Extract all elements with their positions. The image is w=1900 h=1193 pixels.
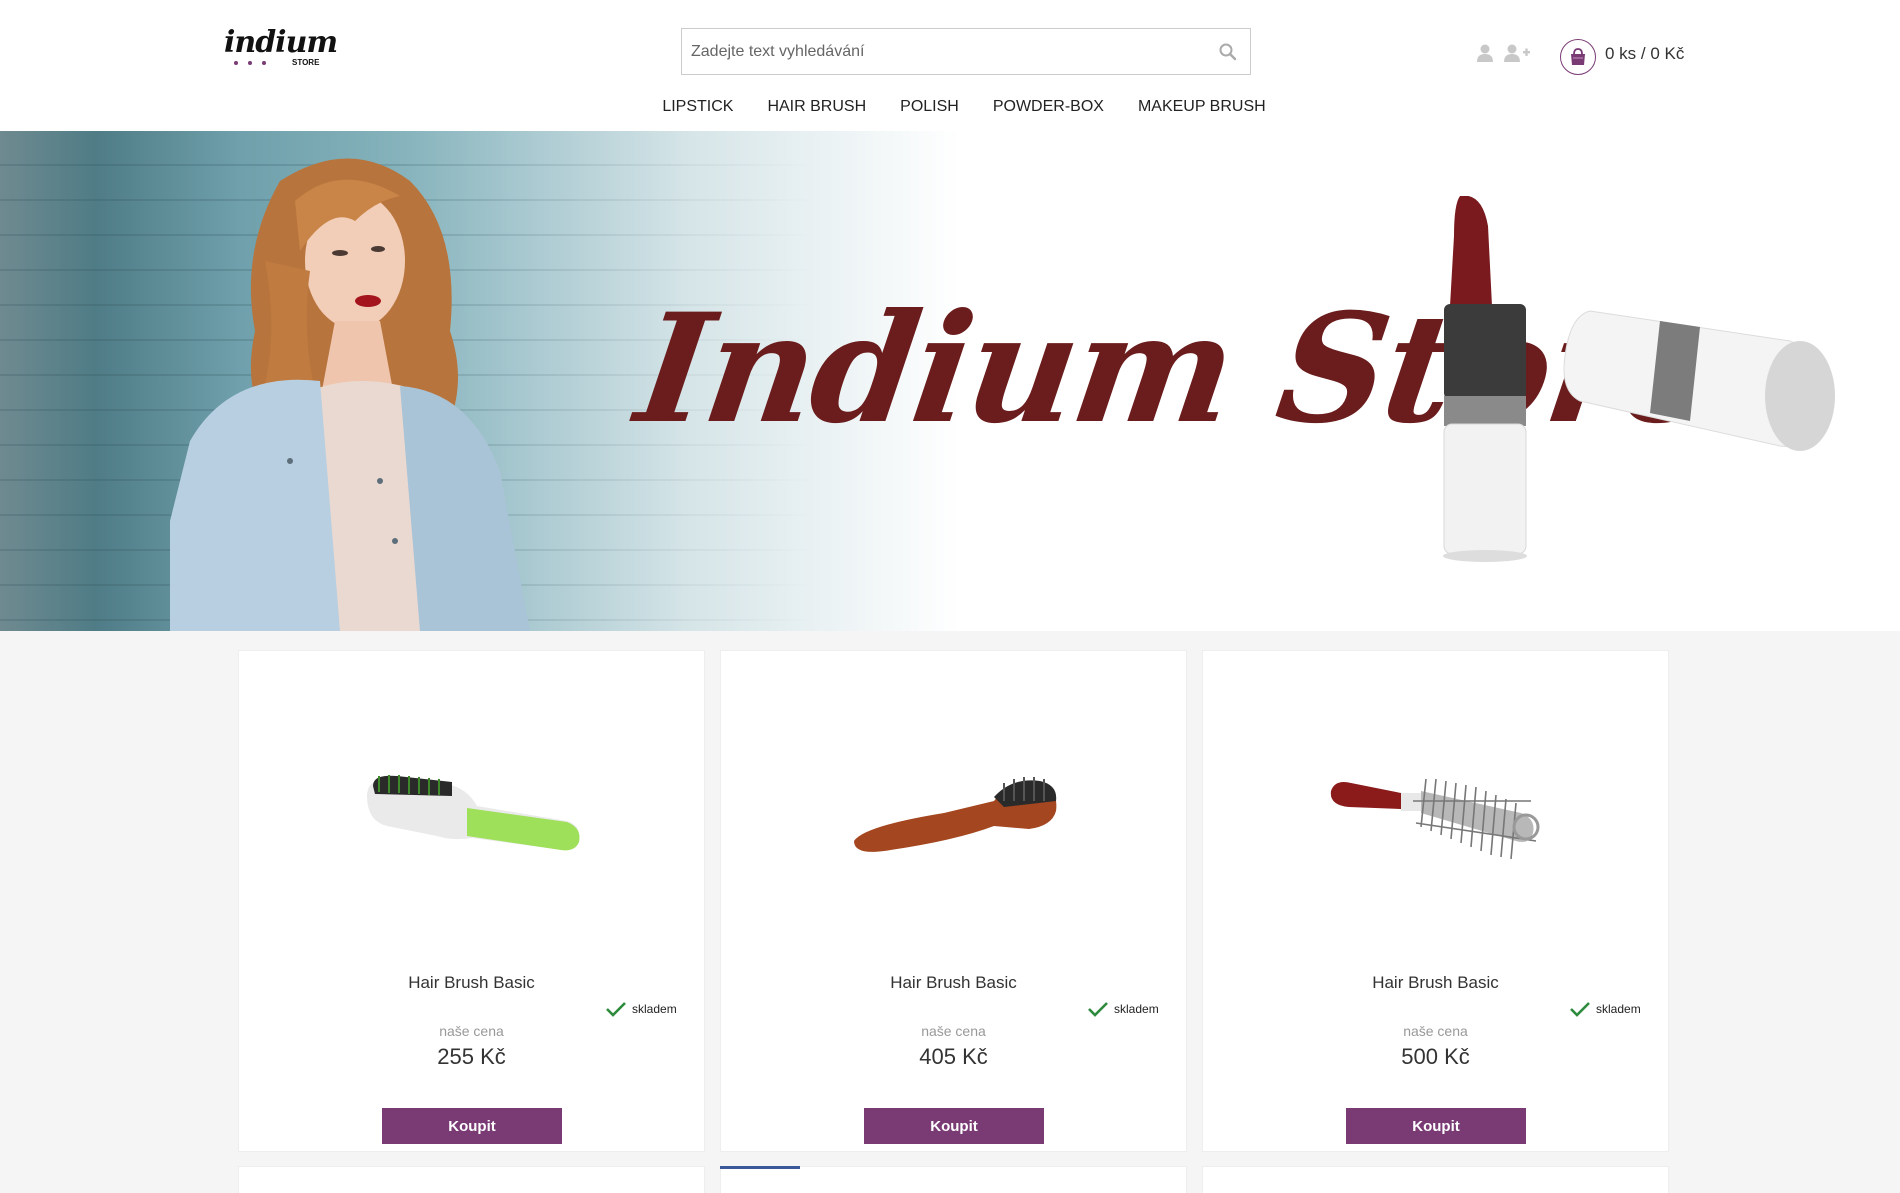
wooden-hair-brush-icon: [853, 777, 1056, 852]
price-label: naše cena: [439, 1023, 504, 1039]
product-grid: Hair Brush Basic skladem naše cena 255 K…: [238, 650, 1669, 1193]
price-label: naše cena: [1403, 1023, 1468, 1039]
check-icon: [606, 1002, 626, 1017]
check-icon: [1570, 1002, 1590, 1017]
buy-button[interactable]: Koupit: [864, 1108, 1044, 1144]
store-logo[interactable]: indium STORE: [224, 25, 338, 72]
nav-item-makeup-brush[interactable]: MAKEUP BRUSH: [1138, 98, 1266, 116]
buy-button[interactable]: Koupit: [1346, 1108, 1526, 1144]
product-price: 405 Kč: [919, 1044, 988, 1069]
search-box: [681, 28, 1251, 75]
user-plus-icon[interactable]: [1503, 43, 1531, 63]
nav-item-powder-box[interactable]: POWDER-BOX: [993, 98, 1104, 116]
main-nav: LIPSTICK HAIR BRUSH POLISH POWDER-BOX MA…: [0, 98, 1900, 116]
product-card[interactable]: [238, 1166, 705, 1193]
stock-label: skladem: [632, 1002, 677, 1016]
product-name[interactable]: Hair Brush Basic: [721, 973, 1186, 993]
product-card[interactable]: Hair Brush Basic skladem naše cena 255 K…: [238, 650, 705, 1152]
product-image[interactable]: [1203, 741, 1668, 891]
product-image[interactable]: [239, 741, 704, 891]
search-input[interactable]: [682, 29, 1250, 74]
round-hair-brush-icon: [1330, 778, 1539, 860]
cart-summary[interactable]: 0 ks / 0 Kč: [1605, 44, 1684, 64]
hero-banner[interactable]: Indium Store: [0, 131, 1900, 631]
logo-text: indium: [224, 25, 338, 60]
green-hair-brush-icon: [366, 775, 579, 851]
stock-status: skladem: [1569, 1001, 1641, 1017]
buy-button[interactable]: Koupit: [382, 1108, 562, 1144]
logo-subtitle: STORE: [292, 58, 320, 67]
check-icon: [1088, 1002, 1108, 1017]
product-badge: [720, 1166, 800, 1169]
lipstick-image: [1443, 196, 1527, 562]
price-label: naše cena: [921, 1023, 986, 1039]
stock-label: skladem: [1114, 1002, 1159, 1016]
product-price: 500 Kč: [1401, 1044, 1470, 1069]
nav-item-lipstick[interactable]: LIPSTICK: [662, 98, 733, 116]
product-image[interactable]: [721, 741, 1186, 891]
shopping-bag-icon[interactable]: [1560, 39, 1596, 75]
product-price: 255 Kč: [437, 1044, 506, 1069]
stock-label: skladem: [1596, 1002, 1641, 1016]
product-card[interactable]: [720, 1166, 1187, 1193]
account-icons: [1476, 43, 1531, 63]
product-name[interactable]: Hair Brush Basic: [1203, 973, 1668, 993]
product-card[interactable]: [1202, 1166, 1669, 1193]
product-name[interactable]: Hair Brush Basic: [239, 973, 704, 993]
stock-status: skladem: [605, 1001, 677, 1017]
stock-status: skladem: [1087, 1001, 1159, 1017]
nav-item-hair-brush[interactable]: HAIR BRUSH: [767, 98, 866, 116]
product-card[interactable]: Hair Brush Basic skladem naše cena 500 K…: [1202, 650, 1669, 1152]
logo-dots: [234, 61, 266, 65]
product-card[interactable]: Hair Brush Basic skladem naše cena 405 K…: [720, 650, 1187, 1152]
search-icon[interactable]: [1218, 42, 1238, 62]
lipstick-cap-image: [1563, 310, 1835, 451]
user-icon[interactable]: [1476, 43, 1494, 63]
nav-item-polish[interactable]: POLISH: [900, 98, 959, 116]
model-photo: [170, 158, 530, 631]
site-header: indium STORE 0 ks / 0 Kč LIPSTICK: [0, 0, 1900, 131]
